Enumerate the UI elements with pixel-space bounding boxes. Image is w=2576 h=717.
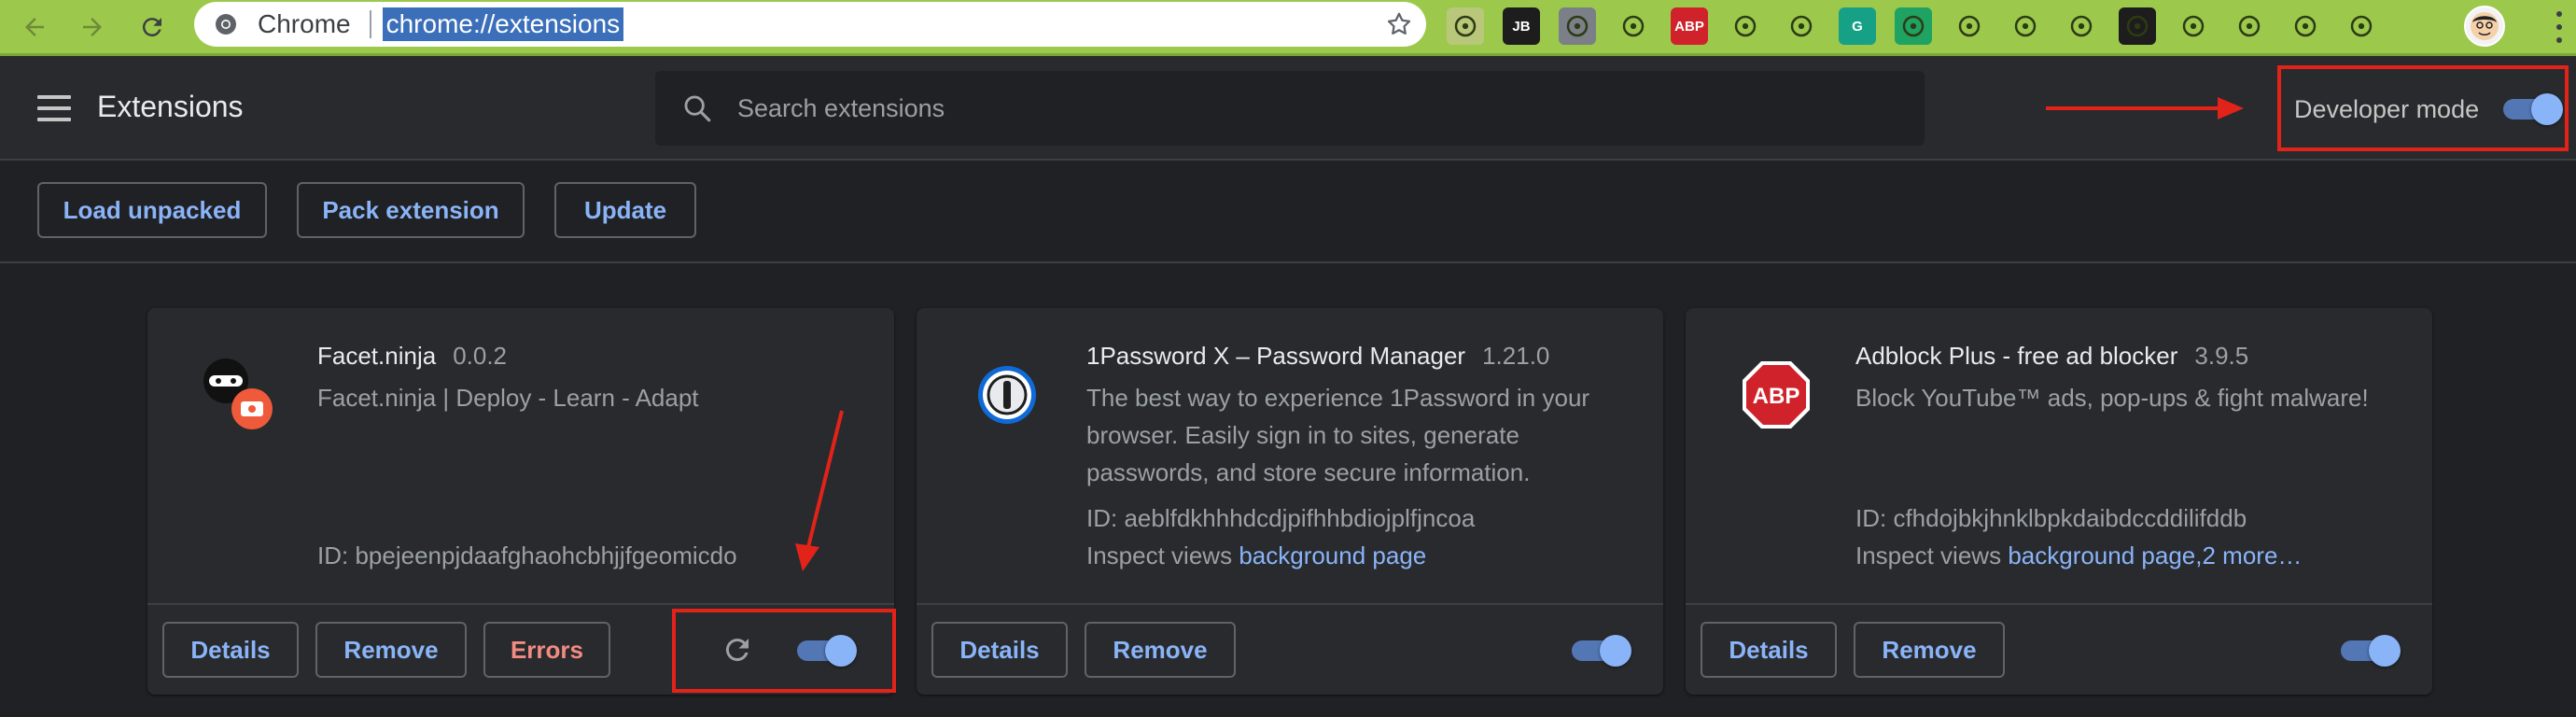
chart-extension-icon[interactable] [1559,7,1596,45]
adblock-plus-logo-icon: ABP [1734,353,1818,437]
back-arrow-icon [25,18,44,36]
toggle-thumb [1600,635,1631,667]
toggle-thumb [2369,635,2401,667]
kebab-dot [2556,24,2562,30]
extension-card-adblock-plus: ABP Adblock Plus - free ad blocker 3.9.5 … [1686,308,2432,695]
extension-description: The best way to experience 1Password in … [1086,384,1590,486]
extension-title: Adblock Plus - free ad blocker 3.9.5 [1855,342,2248,371]
hamburger-line [37,106,71,110]
inspect-views: Inspect views background page,2 more… [1855,541,2302,570]
extension-enable-toggle[interactable] [1570,635,1631,667]
avatar-face-icon [2471,12,2499,40]
eyedropper-icon[interactable] [1951,7,1988,45]
svg-text:ABP: ABP [1753,384,1800,409]
pack-extension-button[interactable]: Pack extension [297,182,525,238]
forward-button[interactable] [71,6,114,49]
extension-id: ID: cfhdojbkjhnklbpkdaibdccddilifddb [1855,504,2247,532]
hamburger-line [37,118,71,121]
site-chip-label: Chrome [258,9,351,38]
card-divider [1686,603,2432,605]
target-extension-icon[interactable] [1727,7,1764,45]
react-devtools-icon[interactable] [1615,7,1652,45]
grammarly-icon[interactable]: G [1839,7,1876,45]
background-page-link[interactable]: background page [1239,541,1426,569]
extension-name: Facet.ninja [317,342,437,370]
annotation-arrow-right [2046,97,2244,120]
background-page-link[interactable]: background page,2 more… [2008,541,2302,569]
search-icon [684,95,711,122]
details-button[interactable]: Details [931,622,1068,678]
url-text[interactable]: chrome://extensions [382,7,624,41]
extension-card-1password: 1Password X – Password Manager 1.21.0 The… [917,308,1663,695]
errors-button[interactable]: Errors [483,622,610,678]
developer-mode-highlight [2277,65,2569,151]
search-bar[interactable] [655,71,1925,146]
chrome-logo-icon [216,14,236,35]
remove-button[interactable]: Remove [1854,622,2005,678]
reload-toggle-highlight [672,609,896,693]
inspect-views-label: Inspect views [1855,541,2002,569]
extension-version: 1.21.0 [1482,342,1550,370]
chrome-menu-button[interactable] [2555,11,2563,43]
kebab-dot [2556,11,2562,17]
extension-id: ID: aeblfdkhhhdcdjpifhhbdiojplfjncoa [1086,504,1476,532]
speech-bubble-icon[interactable] [1895,7,1932,45]
adblock-plus-icon[interactable]: ABP [1671,7,1708,45]
search-input[interactable] [737,93,1857,123]
load-unpacked-button[interactable]: Load unpacked [37,182,267,238]
update-button[interactable]: Update [554,182,696,238]
extension-description: Block YouTube™ ads, pop-ups & fight malw… [1855,384,2369,412]
extension-title: 1Password X – Password Manager 1.21.0 [1086,342,1549,371]
facet-ninja-icon [196,353,280,437]
address-bar[interactable]: Chrome chrome://extensions [194,2,1426,47]
hamburger-line [37,95,71,99]
lighthouse-icon[interactable] [1783,7,1820,45]
annotation-arrow-down [795,410,844,571]
remove-button[interactable]: Remove [315,622,467,678]
extension-version: 0.0.2 [453,342,508,370]
card-divider [147,603,894,605]
extension-tray: JB ABP G [1447,4,2380,49]
remove-button[interactable]: Remove [1085,622,1236,678]
extension-id: ID: bpejeenpjdaafghaohcbhjjfgeomicdo [317,541,737,569]
inspect-views-label: Inspect views [1086,541,1233,569]
details-button[interactable]: Details [1701,622,1837,678]
card-divider [917,603,1663,605]
extensions-puzzle-icon[interactable] [2343,7,2380,45]
bookmark-star-icon[interactable] [1385,10,1413,38]
jetbrains-icon[interactable]: JB [1503,7,1540,45]
browser-toolbar: Chrome chrome://extensions JB ABP G [0,0,2576,56]
extension-name: 1Password X – Password Manager [1086,342,1466,370]
kebab-dot [2556,37,2562,43]
puzzle-group-icon[interactable] [2287,7,2324,45]
back-button[interactable] [13,6,56,49]
developer-toolbar: Load unpacked Pack extension Update [0,161,2576,263]
omnibox-divider [369,10,371,38]
profile-avatar[interactable] [2464,6,2505,47]
extension-icon-1[interactable] [1447,7,1484,45]
github-icon[interactable] [2119,7,2156,45]
extension-description: Facet.ninja | Deploy - Learn - Adapt [317,384,699,412]
color-picker-icon[interactable] [2007,7,2044,45]
forward-arrow-icon [83,18,102,36]
key-extension-icon[interactable] [2175,7,2212,45]
extension-version: 3.9.5 [2194,342,2249,370]
inspect-views: Inspect views background page [1086,541,1426,570]
1password-icon [965,353,1049,437]
extension-name: Adblock Plus - free ad blocker [1855,342,2178,370]
main-menu-button[interactable] [37,95,71,121]
reload-icon [142,18,161,37]
extension-enable-toggle[interactable] [2339,635,2401,667]
details-button[interactable]: Details [162,622,299,678]
page-title: Extensions [97,90,244,123]
reload-page-button[interactable] [131,6,174,49]
ux-tools-icon[interactable] [2063,7,2100,45]
extension-title: Facet.ninja 0.0.2 [317,342,507,371]
onepassword-toolbar-icon[interactable] [2231,7,2268,45]
